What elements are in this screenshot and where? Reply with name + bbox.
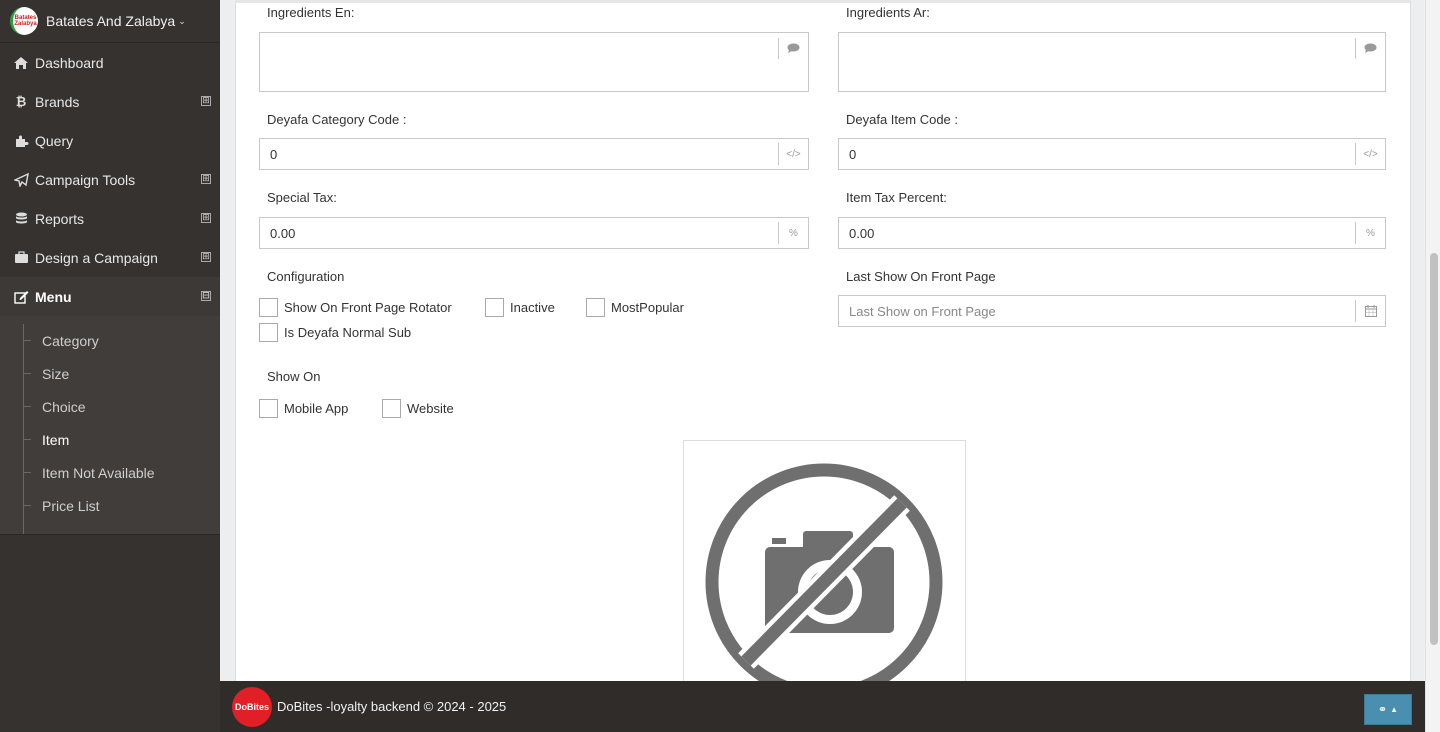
- collapse-icon[interactable]: ⊟: [201, 291, 211, 301]
- dobites-logo: DoBites: [232, 686, 272, 727]
- nav-label: Query: [35, 132, 74, 149]
- item-image-placeholder[interactable]: [683, 440, 966, 681]
- checkbox-label: Is Deyafa Normal Sub: [284, 325, 412, 340]
- submenu-size[interactable]: Size: [0, 357, 220, 390]
- submenu-choice[interactable]: Choice: [0, 390, 220, 423]
- nav-campaign-tools[interactable]: Campaign Tools ⊞: [0, 160, 220, 199]
- item-tax-percent-input[interactable]: 0.00 %: [838, 217, 1386, 249]
- item-form-panel: Ingredients En: Ingredients Ar: Deyafa C…: [235, 0, 1411, 681]
- expand-icon[interactable]: ⊞: [201, 174, 211, 184]
- ingredients-en-label: Ingredients En:: [267, 5, 355, 20]
- link-icon: ⚭: [1377, 704, 1388, 716]
- chevron-down-icon: ⌄: [178, 15, 186, 26]
- checkbox-label: Inactive: [510, 300, 555, 315]
- nav-label: Campaign Tools: [35, 171, 136, 188]
- brand-switcher[interactable]: Batates Zalabya Batates And Zalabya ⌄: [0, 0, 220, 43]
- brand-logo: Batates Zalabya: [10, 7, 38, 35]
- edit-icon: [12, 290, 30, 304]
- show-on-front-page-rotator-checkbox[interactable]: Show On Front Page Rotator: [259, 298, 452, 317]
- is-deyafa-normal-sub-checkbox[interactable]: Is Deyafa Normal Sub: [259, 323, 411, 342]
- expand-icon[interactable]: ⊞: [201, 252, 211, 262]
- comment-icon: [778, 38, 808, 59]
- vertical-scrollbar[interactable]: [1425, 0, 1440, 732]
- footer: DoBites DoBites -loyalty backend © 2024 …: [220, 681, 1425, 732]
- puzzle-icon: [12, 134, 30, 148]
- code-icon: </>: [1355, 143, 1385, 165]
- paper-plane-icon: [12, 172, 30, 187]
- nav-label: Reports: [35, 210, 85, 227]
- show-on-label: Show On: [267, 369, 321, 384]
- last-show-on-front-page-label: Last Show On Front Page: [846, 269, 996, 284]
- deyafa-item-code-value: 0: [849, 146, 857, 162]
- last-show-placeholder: Last Show on Front Page: [849, 303, 996, 319]
- expand-icon[interactable]: ⊞: [201, 96, 211, 106]
- deyafa-category-code-input[interactable]: 0 </>: [259, 138, 809, 170]
- most-popular-checkbox[interactable]: MostPopular: [586, 298, 684, 317]
- deyafa-item-code-label: Deyafa Item Code :: [846, 112, 958, 127]
- sidebar: Batates Zalabya Batates And Zalabya ⌄ Da…: [0, 0, 220, 732]
- scroll-top-button[interactable]: ⚭ ▲: [1364, 694, 1412, 725]
- checkbox-box[interactable]: [382, 399, 401, 418]
- nav-design-campaign[interactable]: Design a Campaign ⊞: [0, 238, 220, 277]
- ingredients-en-field[interactable]: [259, 32, 809, 92]
- comment-icon: [1355, 38, 1385, 59]
- nav-label: Menu: [35, 288, 72, 305]
- database-icon: [12, 212, 30, 226]
- special-tax-value: 0.00: [270, 225, 296, 241]
- nav-label: Dashboard: [35, 54, 104, 71]
- website-checkbox[interactable]: Website: [382, 399, 454, 418]
- expand-icon[interactable]: ⊞: [201, 213, 211, 223]
- checkbox-box[interactable]: [259, 323, 278, 342]
- nav-query[interactable]: Query: [0, 121, 220, 160]
- inactive-checkbox[interactable]: Inactive: [485, 298, 555, 317]
- submenu-item[interactable]: Item: [0, 423, 220, 456]
- briefcase-icon: [12, 251, 30, 264]
- checkbox-label: Show On Front Page Rotator: [284, 300, 452, 315]
- checkbox-label: Website: [407, 401, 454, 416]
- special-tax-input[interactable]: 0.00 %: [259, 217, 809, 249]
- checkbox-box[interactable]: [485, 298, 504, 317]
- nav-label: Brands: [35, 93, 80, 110]
- menu-submenu: Category Size Choice Item Item Not Avail…: [0, 316, 220, 535]
- submenu-item-not-available[interactable]: Item Not Available: [0, 456, 220, 489]
- nav-dashboard[interactable]: Dashboard: [0, 43, 220, 82]
- checkbox-label: Mobile App: [284, 401, 349, 416]
- ingredients-ar-label: Ingredients Ar:: [846, 5, 930, 20]
- nav-menu[interactable]: Menu ⊟: [0, 277, 220, 316]
- bitcoin-icon: ₿: [15, 94, 27, 109]
- nav-label: Design a Campaign: [35, 249, 158, 266]
- calendar-icon[interactable]: [1355, 300, 1385, 322]
- checkbox-box[interactable]: [259, 298, 278, 317]
- deyafa-category-code-value: 0: [270, 146, 278, 162]
- brand-name: Batates And Zalabya: [46, 13, 176, 29]
- percent-icon: %: [1355, 222, 1385, 244]
- submenu-price-list[interactable]: Price List: [0, 489, 220, 522]
- caret-up-icon: ▲: [1390, 705, 1399, 714]
- code-icon: </>: [778, 143, 808, 165]
- scrollbar-thumb[interactable]: [1430, 253, 1438, 645]
- home-icon: [12, 56, 30, 70]
- submenu-category[interactable]: Category: [0, 324, 220, 357]
- nav-reports[interactable]: Reports ⊞: [0, 199, 220, 238]
- item-tax-percent-label: Item Tax Percent:: [846, 190, 947, 205]
- item-tax-percent-value: 0.00: [849, 225, 875, 241]
- checkbox-box[interactable]: [586, 298, 605, 317]
- deyafa-item-code-input[interactable]: 0 </>: [838, 138, 1386, 170]
- main-content: Ingredients En: Ingredients Ar: Deyafa C…: [220, 0, 1425, 681]
- special-tax-label: Special Tax:: [267, 190, 337, 205]
- ingredients-ar-field[interactable]: [838, 32, 1386, 92]
- checkbox-box[interactable]: [259, 399, 278, 418]
- footer-copyright: DoBites -loyalty backend © 2024 - 2025: [277, 699, 507, 714]
- percent-icon: %: [778, 222, 808, 244]
- deyafa-category-code-label: Deyafa Category Code :: [267, 112, 407, 127]
- checkbox-label: MostPopular: [611, 300, 684, 315]
- nav-brands[interactable]: ₿ Brands ⊞: [0, 82, 220, 121]
- mobile-app-checkbox[interactable]: Mobile App: [259, 399, 348, 418]
- last-show-on-front-page-input[interactable]: Last Show on Front Page: [838, 295, 1386, 327]
- no-image-icon: [705, 463, 943, 681]
- configuration-label: Configuration: [267, 269, 345, 284]
